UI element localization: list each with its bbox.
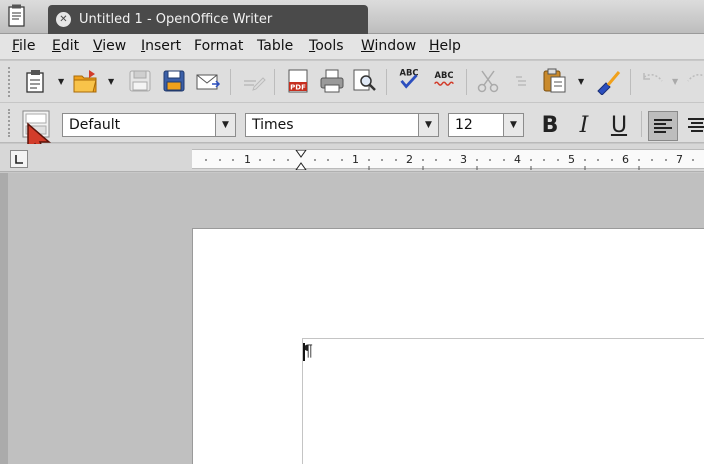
open-dropdown-arrow[interactable]: ▼: [108, 77, 116, 87]
toolbar-grip[interactable]: [8, 67, 12, 97]
menu-edit[interactable]: Edit: [52, 38, 79, 54]
new-dropdown-arrow[interactable]: ▼: [58, 77, 66, 87]
spellcheck-icon[interactable]: ABC: [395, 65, 423, 93]
paste-dropdown-arrow[interactable]: ▼: [578, 77, 586, 87]
svg-text:PDF: PDF: [290, 84, 306, 92]
ruler-label: 3: [460, 153, 467, 166]
menu-table[interactable]: Table: [257, 38, 293, 54]
tab-left-icon: [15, 155, 23, 164]
export-pdf-icon[interactable]: PDF: [284, 67, 312, 95]
toolbar-separator: [274, 69, 275, 95]
page-preview-icon[interactable]: [350, 67, 378, 95]
window-title: Untitled 1 - OpenOffice Writer: [79, 12, 273, 27]
menu-tools[interactable]: Tools: [309, 38, 344, 54]
open-folder-icon[interactable]: [72, 67, 100, 95]
email-document-icon[interactable]: [194, 67, 222, 95]
redo-disabled-icon[interactable]: [684, 67, 704, 95]
ruler-label: 1: [244, 153, 251, 166]
italic-button[interactable]: I: [569, 111, 599, 141]
menu-format[interactable]: Format: [194, 38, 243, 54]
cut-disabled-icon[interactable]: [474, 67, 502, 95]
svg-text:ABC: ABC: [434, 70, 453, 80]
underline-button[interactable]: U: [604, 111, 634, 141]
toolbar-separator: [466, 69, 467, 95]
print-icon[interactable]: [318, 67, 346, 95]
toolbar-grip[interactable]: [8, 109, 12, 137]
ruler-label: 6: [622, 153, 629, 166]
openoffice-writer-window: ✕ Untitled 1 - OpenOffice Writer File Ed…: [0, 0, 704, 464]
edit-file-disabled-icon[interactable]: [240, 67, 268, 95]
undo-disabled-icon[interactable]: [638, 67, 666, 95]
save-disabled-icon[interactable]: [126, 67, 154, 95]
clone-formatting-icon[interactable]: [594, 67, 622, 95]
title-bar: ✕ Untitled 1 - OpenOffice Writer: [0, 0, 704, 34]
ruler-label: 2: [406, 153, 413, 166]
left-panel-edge: [0, 173, 8, 464]
toolbar-separator: [230, 69, 231, 95]
menu-view[interactable]: View: [93, 38, 126, 54]
standard-toolbar: ▼ ▼ PDF ABC ABC ▼ ▼: [0, 61, 704, 103]
toolbar-separator: [386, 69, 387, 95]
autospellcheck-icon[interactable]: ABC: [430, 65, 458, 93]
paragraph-style-value: Default: [69, 117, 121, 133]
menu-window[interactable]: Window: [361, 38, 416, 54]
writer-app-icon[interactable]: [6, 4, 28, 28]
chevron-down-icon[interactable]: ▼: [215, 114, 235, 136]
new-document-icon[interactable]: [22, 67, 50, 95]
document-tab[interactable]: ✕ Untitled 1 - OpenOffice Writer: [48, 5, 368, 34]
ruler-label: 4: [514, 153, 521, 166]
ruler-label: 1: [352, 153, 359, 166]
bold-button[interactable]: B: [535, 111, 565, 141]
formatting-toolbar: Default ▼ Times ▼ 12 ▼ B I U: [0, 103, 704, 143]
paragraph-style-combo[interactable]: Default ▼: [62, 113, 236, 137]
menu-bar: File Edit View Insert Format Table Tools…: [0, 34, 704, 60]
ruler-label: 5: [568, 153, 575, 166]
tab-stop-selector[interactable]: [10, 150, 28, 168]
align-left-button[interactable]: [648, 111, 678, 141]
menu-help[interactable]: Help: [429, 38, 461, 54]
align-left-icon: [654, 119, 672, 133]
chevron-down-icon[interactable]: ▼: [503, 114, 523, 136]
ruler-label: 7: [676, 153, 683, 166]
toolbar-separator: [641, 111, 642, 137]
paste-icon[interactable]: [540, 66, 568, 94]
text-cursor: [303, 343, 305, 361]
text-boundary[interactable]: [302, 338, 704, 464]
align-center-button[interactable]: [682, 111, 704, 141]
font-size-value: 12: [455, 117, 473, 133]
close-icon[interactable]: ✕: [56, 12, 71, 27]
copy-disabled-icon[interactable]: [508, 67, 536, 95]
ruler-track[interactable]: 1 1 2 3 4 5 6 7: [192, 149, 704, 170]
menu-insert[interactable]: Insert: [141, 38, 181, 54]
toolbar-separator: [630, 69, 631, 95]
chevron-down-icon[interactable]: ▼: [418, 114, 438, 136]
font-size-combo[interactable]: 12 ▼: [448, 113, 524, 137]
font-name-value: Times: [252, 117, 294, 133]
font-name-combo[interactable]: Times ▼: [245, 113, 439, 137]
menu-file[interactable]: File: [12, 38, 35, 54]
save-icon[interactable]: [160, 67, 188, 95]
align-center-icon: [688, 118, 704, 132]
horizontal-ruler[interactable]: 1 1 2 3 4 5 6 7: [0, 144, 704, 172]
undo-dropdown-arrow[interactable]: ▼: [672, 77, 680, 87]
